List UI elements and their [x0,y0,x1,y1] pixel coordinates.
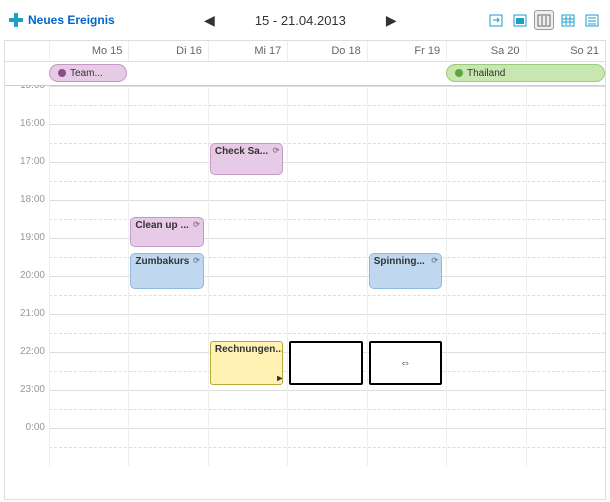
event-check_saldo[interactable]: Check Sa... ⟳ [210,143,283,175]
plus-icon [8,12,24,28]
time-grid-scroll[interactable]: 15:0016:0017:0018:0019:0020:0021:0022:00… [5,86,605,499]
repeat-icon: ⟳ [193,220,200,229]
allday-event-team[interactable]: Team... [49,64,127,82]
calendar-goto-icon [489,13,503,27]
day-col-di[interactable]: Clean up ... ⟳ Zumbakurs ⟳ [128,86,207,466]
day-header[interactable]: Fr 19 [367,41,446,61]
time-label: 15:00 [5,86,49,118]
drag-ghost-active[interactable]: ⇔ [369,341,442,385]
view-goto-button[interactable] [486,10,506,30]
time-label: 0:00 [5,422,49,460]
day-header-row: Mo 15 Di 16 Mi 17 Do 18 Fr 19 Sa 20 So 2… [5,41,605,62]
calendar-month-icon [561,13,575,27]
day-col-do[interactable] [287,86,366,466]
day-header[interactable]: Mi 17 [208,41,287,61]
date-range: 15 - 21.04.2013 [255,13,346,28]
allday-row: Team... Thailand [5,62,605,86]
calendar-week-icon [537,13,551,27]
time-label: 18:00 [5,194,49,232]
allday-event-label: Thailand [467,68,505,79]
day-header[interactable]: Do 18 [287,41,366,61]
day-col-so[interactable] [526,86,605,466]
calendar-week-view: Mo 15 Di 16 Mi 17 Do 18 Fr 19 Sa 20 So 2… [4,40,606,500]
time-label: 21:00 [5,308,49,346]
resize-handle-icon[interactable]: ▸ [277,373,282,384]
event-spinning[interactable]: Spinning... ⟳ [369,253,442,289]
allday-event-label: Team... [70,68,103,79]
time-label: 23:00 [5,384,49,422]
event-label: Rechnungen... [215,344,283,355]
repeat-icon: ⟳ [431,256,438,265]
event-zumba[interactable]: Zumbakurs ⟳ [130,253,203,289]
move-cursor-icon: ⇔ [400,357,411,369]
day-header[interactable]: Di 16 [128,41,207,61]
event-label: Check Sa... [215,146,268,157]
view-week-button[interactable] [534,10,554,30]
allday-event-thailand[interactable]: Thailand [446,64,605,82]
calendar-day-icon [513,13,527,27]
view-month-button[interactable] [558,10,578,30]
time-label: 19:00 [5,232,49,270]
repeat-icon: ⟳ [273,146,280,155]
event-label: Zumbakurs [135,256,189,267]
day-col-sa[interactable] [446,86,525,466]
event-label: Spinning... [374,256,425,267]
view-list-button[interactable] [582,10,602,30]
time-label: 16:00 [5,118,49,156]
event-dot [455,69,463,77]
time-label: 17:00 [5,156,49,194]
next-arrow[interactable]: ▶ [386,12,397,29]
day-header[interactable]: Sa 20 [446,41,525,61]
day-col-mo[interactable] [49,86,128,466]
event-label: Clean up ... [135,220,188,231]
calendar-list-icon [585,13,599,27]
new-event-button[interactable]: Neues Ereignis [8,12,115,28]
time-label: 20:00 [5,270,49,308]
event-rechnungen[interactable]: Rechnungen... ▸ [210,341,283,385]
time-label: 22:00 [5,346,49,384]
event-dot [58,69,66,77]
view-day-button[interactable] [510,10,530,30]
event-clean_up[interactable]: Clean up ... ⟳ [130,217,203,247]
drag-ghost[interactable] [289,341,362,385]
day-header[interactable]: Mo 15 [49,41,128,61]
day-col-fr[interactable]: Spinning... ⟳ ⇔ [367,86,446,466]
day-col-mi[interactable]: Check Sa... ⟳ Rechnungen... ▸ [208,86,287,466]
prev-arrow[interactable]: ◀ [204,12,215,29]
repeat-icon: ⟳ [193,256,200,265]
day-header[interactable]: So 21 [526,41,605,61]
new-event-label: Neues Ereignis [28,13,115,27]
